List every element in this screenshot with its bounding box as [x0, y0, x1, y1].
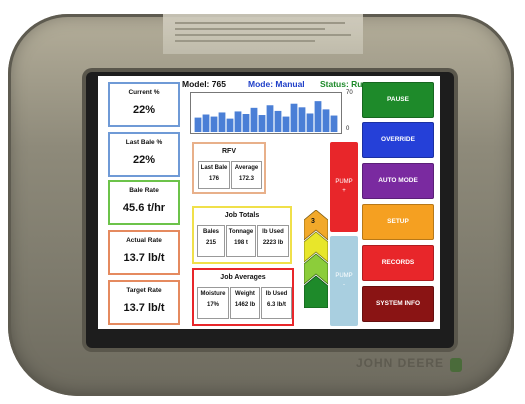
rfv-last-bale-cell: Last Bale 176: [198, 161, 230, 189]
bale-rate-box: Bale Rate 45.6 t/hr: [108, 180, 180, 225]
chart-y-max-label: 70: [346, 90, 353, 96]
moisture-bar: [250, 107, 258, 132]
moisture-bar: [314, 101, 322, 132]
stat-label: Bale Rate: [129, 187, 159, 194]
rfv-title: RFV: [222, 148, 236, 155]
pump-label: PUMP: [335, 179, 353, 185]
job-averages-lb-used-cell: lb Used 6.3 lb/t: [261, 287, 292, 319]
mode-label: Mode: Manual: [248, 79, 305, 89]
cell-value: 172.3: [238, 176, 254, 182]
chart-y-min-label: 0: [346, 126, 350, 132]
moisture-bar: [218, 112, 226, 132]
override-button[interactable]: OVERRIDE: [362, 122, 434, 158]
moisture-bar: [242, 114, 250, 132]
model-label: Model: 765: [182, 79, 226, 89]
cell-label: Moisture: [200, 291, 226, 297]
moisture-bar: [226, 118, 234, 132]
moisture-bar: [330, 115, 338, 132]
pause-button[interactable]: PAUSE: [362, 82, 434, 118]
cell-label: lb Used: [262, 229, 284, 235]
moisture-bar-chart: [194, 101, 338, 132]
pump-on-indicator[interactable]: ON: [310, 308, 321, 315]
actual-rate-box: Actual Rate 13.7 lb/t: [108, 230, 180, 275]
moisture-bar: [210, 116, 218, 132]
records-button[interactable]: RECORDS: [362, 245, 434, 281]
deer-logo-icon: [450, 358, 462, 372]
label-sticker: [163, 14, 363, 54]
stat-value: 13.7 lb/t: [123, 302, 165, 314]
job-totals-panel: Job Totals Bales 215 Tonnage 198 t lb Us…: [192, 206, 292, 264]
rfv-average-cell: Average 172.3: [231, 161, 262, 189]
cell-label: Average: [234, 165, 259, 171]
pump-increase-button[interactable]: PUMP +: [330, 142, 358, 232]
screen: Model: 765 Mode: Manual Status: Run Curr…: [98, 76, 440, 329]
level-value: 3: [311, 218, 315, 225]
rfv-panel: RFV Last Bale 176 Average 172.3: [192, 142, 266, 194]
moisture-bar: [194, 117, 202, 132]
cell-label: Weight: [235, 291, 255, 297]
cell-value: 6.3 lb/t: [266, 302, 286, 308]
moisture-chart: [190, 92, 342, 134]
pump-label: PUMP: [335, 273, 353, 279]
cell-value: 1462 lb: [234, 302, 256, 308]
target-rate-box: Target Rate 13.7 lb/t: [108, 280, 180, 325]
stat-label: Last Bale %: [125, 139, 163, 146]
job-averages-weight-cell: Weight 1462 lb: [230, 287, 260, 319]
stat-label: Actual Rate: [126, 237, 162, 244]
pump-level-indicator: [304, 210, 328, 308]
last-bale-percent-box: Last Bale % 22%: [108, 132, 180, 177]
moisture-bar: [274, 110, 282, 132]
system-info-button[interactable]: SYSTEM INFO: [362, 286, 434, 322]
cell-value: 198 t: [234, 240, 248, 246]
setup-button[interactable]: SETUP: [362, 204, 434, 240]
stat-value: 22%: [132, 154, 156, 166]
moisture-bar: [322, 109, 330, 132]
status-label: Status: Run: [320, 79, 368, 89]
moisture-bar: [258, 115, 266, 132]
cell-label: Bales: [202, 229, 219, 235]
stat-label: Target Rate: [126, 287, 162, 294]
moisture-bar: [306, 113, 314, 132]
pump-sign: +: [342, 188, 346, 194]
job-totals-tonnage-cell: Tonnage 198 t: [226, 225, 256, 257]
moisture-bar: [298, 107, 306, 132]
job-averages-moisture-cell: Moisture 17%: [197, 287, 229, 319]
moisture-bar: [290, 103, 298, 132]
moisture-bar: [282, 116, 290, 132]
stat-value: 22%: [132, 104, 156, 116]
moisture-bar: [234, 111, 242, 132]
moisture-bar: [266, 105, 274, 132]
cell-label: Last Bale: [200, 165, 228, 171]
cell-label: lb Used: [265, 291, 288, 297]
pump-decrease-button[interactable]: PUMP -: [330, 236, 358, 326]
stat-value: 45.6 t/hr: [122, 202, 166, 214]
moisture-bar: [202, 114, 210, 132]
cell-value: 17%: [206, 302, 219, 308]
stat-value: 13.7 lb/t: [123, 252, 165, 264]
cell-value: 2223 lb: [262, 240, 284, 246]
current-percent-box: Current % 22%: [108, 82, 180, 127]
cell-label: Tonnage: [228, 229, 254, 235]
job-totals-bales-cell: Bales 215: [197, 225, 225, 257]
cell-value: 176: [208, 176, 219, 182]
auto-mode-button[interactable]: AUTO MODE: [362, 163, 434, 199]
job-totals-title: Job Totals: [224, 212, 260, 219]
job-totals-lb-used-cell: lb Used 2223 lb: [257, 225, 289, 257]
brand-name: JOHN DEERE: [355, 356, 444, 370]
job-averages-panel: Job Averages Moisture 17% Weight 1462 lb…: [192, 268, 294, 326]
cell-value: 215: [205, 240, 216, 246]
pump-sign: -: [343, 282, 345, 288]
job-averages-title: Job Averages: [220, 274, 266, 281]
stat-label: Current %: [128, 89, 160, 96]
